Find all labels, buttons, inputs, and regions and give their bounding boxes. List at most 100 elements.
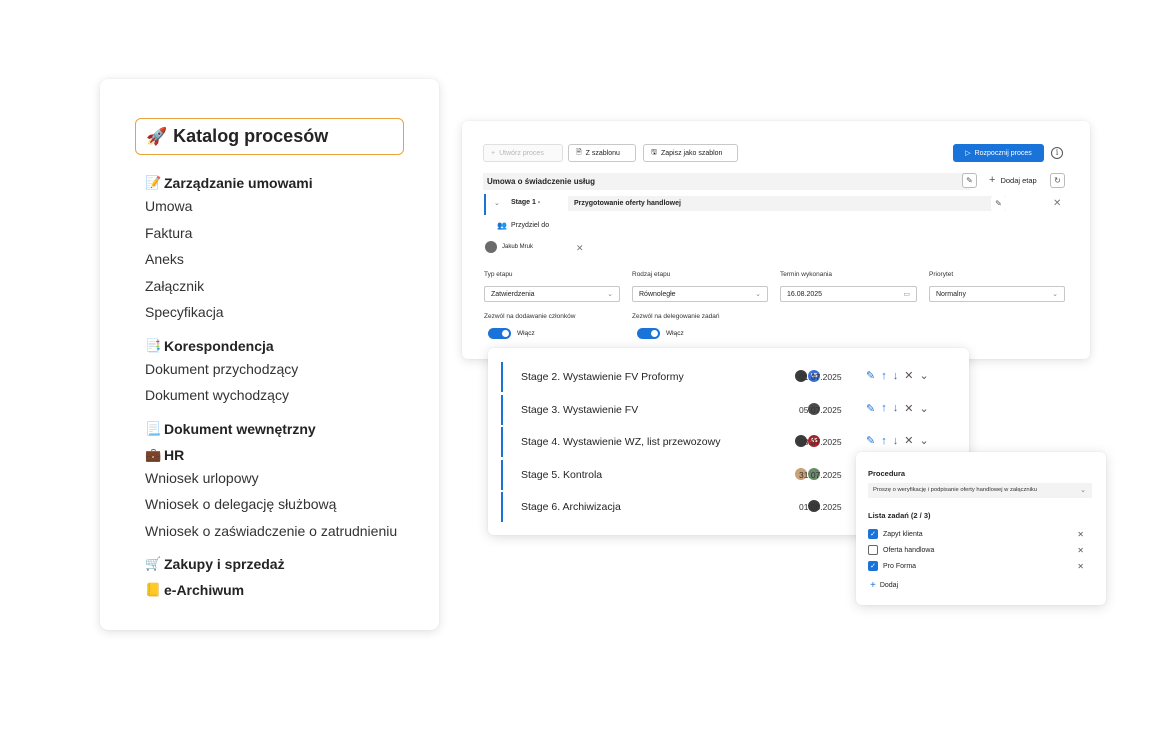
- task-item: Oferta handlowa ✕: [868, 543, 1084, 557]
- stage-row[interactable]: Stage 2. Wystawienie FV Proformy LB 01.07.…: [501, 362, 961, 392]
- catalog-group-label: e-Archiwum: [164, 582, 245, 598]
- arrow-down-icon[interactable]: ↓: [893, 435, 899, 447]
- chevron-down-icon[interactable]: ⌄: [919, 369, 928, 382]
- plus-icon: +: [491, 149, 496, 157]
- edit-pencil-icon[interactable]: ✎: [866, 402, 875, 415]
- catalog-group-label: Korespondencja: [164, 337, 274, 354]
- catalog-group-header[interactable]: 📑 Korespondencja: [145, 336, 430, 356]
- close-icon[interactable]: ✕: [904, 369, 913, 382]
- catalog-item[interactable]: Wniosek o delegację służbową: [145, 491, 430, 518]
- edit-pencil-icon[interactable]: ✎: [866, 369, 875, 382]
- catalog-item[interactable]: Dokument przychodzący: [145, 356, 430, 383]
- close-icon[interactable]: ✕: [904, 434, 913, 447]
- catalog-group-header[interactable]: 🛒 Zakupy i sprzedaż: [145, 554, 430, 574]
- chevron-down-icon[interactable]: ⌄: [919, 434, 928, 447]
- catalog-item[interactable]: Faktura: [145, 220, 430, 247]
- stage-1-label: Stage 1 -: [511, 199, 541, 206]
- allow-delegate-toggle[interactable]: [637, 328, 660, 339]
- catalog-group-header[interactable]: 💼 HR: [145, 445, 430, 465]
- arrow-up-icon[interactable]: ↑: [881, 402, 887, 414]
- close-icon[interactable]: ✕: [1053, 198, 1061, 209]
- due-date-input[interactable]: 16.08.2025 ▭: [780, 286, 917, 302]
- catalog-item[interactable]: Umowa: [145, 193, 430, 220]
- task-item: ✓ Zapyt klienta ✕: [868, 527, 1084, 541]
- arrow-down-icon[interactable]: ↓: [893, 402, 899, 414]
- edit-pencil-icon[interactable]: ✎: [866, 434, 875, 447]
- task-checkbox[interactable]: ✓: [868, 529, 878, 539]
- stage-name: Stage 3. Wystawienie FV: [521, 403, 639, 416]
- remove-assignee-close-icon[interactable]: ✕: [576, 243, 584, 254]
- start-process-button[interactable]: ▷ Rozpocznij proces: [953, 144, 1044, 162]
- stage-1-row: ⌄ Stage 1 - Przygotowanie oferty handlow…: [484, 194, 1006, 215]
- stage-due-date: 31.07.2025: [799, 469, 842, 480]
- group-emoji-icon: 🛒: [145, 556, 162, 571]
- stage-accent-bar: [501, 427, 503, 457]
- remove-task-close-icon[interactable]: ✕: [1077, 546, 1084, 555]
- edit-process-name-pencil-icon[interactable]: ✎: [962, 173, 977, 188]
- procedure-title: Procedura: [868, 469, 906, 478]
- expand-chevron-icon[interactable]: ⌄: [1080, 483, 1086, 498]
- add-task-button[interactable]: + Dodaj: [870, 580, 898, 591]
- group-emoji-icon: 📒: [145, 582, 162, 597]
- catalog-item[interactable]: Aneks: [145, 246, 430, 273]
- chevron-down-icon[interactable]: ⌄: [919, 402, 928, 415]
- arrow-up-icon[interactable]: ↑: [881, 370, 887, 382]
- close-icon[interactable]: ✕: [904, 402, 913, 415]
- plus-icon: +: [989, 174, 996, 186]
- catalog-item[interactable]: Specyfikacja: [145, 299, 430, 326]
- catalog-item[interactable]: Wniosek o zaświadczenie o zatrudnieniu: [145, 518, 430, 545]
- stage-due-date: 01.07.2025: [799, 372, 842, 382]
- stage-actions: ✎ ↑ ↓ ✕ ⌄: [866, 434, 929, 448]
- allow-members-toggle[interactable]: [488, 328, 511, 339]
- group-emoji-icon: 📃: [145, 420, 162, 436]
- calendar-icon[interactable]: ▭: [903, 290, 910, 298]
- task-checkbox[interactable]: ✓: [868, 561, 878, 571]
- remove-task-close-icon[interactable]: ✕: [1077, 562, 1084, 571]
- from-template-button[interactable]: 🗎 Z szablonu: [568, 144, 636, 162]
- document-icon: 🗎: [576, 148, 582, 156]
- plus-icon: +: [870, 580, 876, 591]
- catalog-group-header[interactable]: 📃 Dokument wewnętrzny: [145, 419, 430, 439]
- procedure-description[interactable]: Proszę o weryfikację i podpisanie oferty…: [868, 483, 1092, 498]
- stage-due-date: 08.07.2025: [799, 437, 842, 447]
- edit-stage-pencil-icon[interactable]: ✎: [991, 196, 1006, 211]
- task-checkbox[interactable]: [868, 545, 878, 555]
- stage-accent-bar: [484, 194, 486, 215]
- save-as-template-button[interactable]: 🖫 Zapisz jako szablon: [643, 144, 738, 162]
- catalog-item[interactable]: Wniosek urlopowy: [145, 465, 430, 492]
- add-stage-button[interactable]: + Dodaj etap: [989, 174, 1037, 186]
- stage-row[interactable]: Stage 3. Wystawienie FV 05.07.2025 ✎ ↑ ↓ ✕ ⌄: [501, 394, 961, 425]
- catalog-group-label: HR: [164, 446, 185, 463]
- group-emoji-icon: 💼: [145, 446, 162, 462]
- chevron-down-icon[interactable]: ⌄: [494, 199, 500, 207]
- procedure-panel: Procedura Proszę o weryfikację i podpisa…: [856, 452, 1106, 605]
- arrow-down-icon[interactable]: ↓: [893, 370, 899, 382]
- process-name-field[interactable]: Umowa o świadczenie usług: [483, 173, 970, 190]
- catalog-title-box[interactable]: 🚀 Katalog procesów: [135, 118, 404, 155]
- stage-name: Stage 2. Wystawienie FV Proformy: [521, 371, 684, 383]
- refresh-icon[interactable]: ↻: [1050, 173, 1065, 188]
- priority-label: Priorytet: [929, 271, 954, 278]
- stage-1-name-field[interactable]: Przygotowanie oferty handlowej: [568, 196, 1006, 211]
- task-label: Oferta handlowa: [883, 546, 935, 554]
- allow-delegate-label: Zezwól na delegowanie zadań: [632, 313, 720, 320]
- stage-actions: ✎ ↑ ↓ ✕ ⌄: [866, 369, 929, 383]
- create-process-button[interactable]: + Utwórz proces: [483, 144, 563, 162]
- rocket-icon: 🚀: [146, 126, 168, 146]
- assignee-chip: Jakub Mruk: [485, 241, 533, 253]
- catalog-group-header[interactable]: 📝 Zarządzanie umowami: [145, 173, 430, 193]
- stage-accent-bar: [501, 394, 503, 425]
- info-icon[interactable]: i: [1051, 147, 1063, 159]
- catalog-item[interactable]: Dokument wychodzący: [145, 382, 430, 409]
- people-add-icon: 👥: [497, 221, 507, 230]
- assign-to-button[interactable]: 👥 Przydziel do: [497, 221, 549, 230]
- catalog-group-header[interactable]: 📒 e-Archiwum: [145, 580, 430, 600]
- stage-type-select[interactable]: Zatwierdzenia ⌄: [484, 286, 620, 302]
- priority-select[interactable]: Normalny ⌄: [929, 286, 1065, 302]
- stage-name: Stage 6. Archiwizacja: [521, 501, 621, 513]
- remove-task-close-icon[interactable]: ✕: [1077, 530, 1084, 539]
- catalog-item[interactable]: Załącznik: [145, 273, 430, 300]
- catalog-list: 📝 Zarządzanie umowami Umowa Faktura Aneks Zał…: [145, 167, 430, 600]
- stage-kind-select[interactable]: Równoległe ⌄: [632, 286, 768, 302]
- arrow-up-icon[interactable]: ↑: [881, 435, 887, 447]
